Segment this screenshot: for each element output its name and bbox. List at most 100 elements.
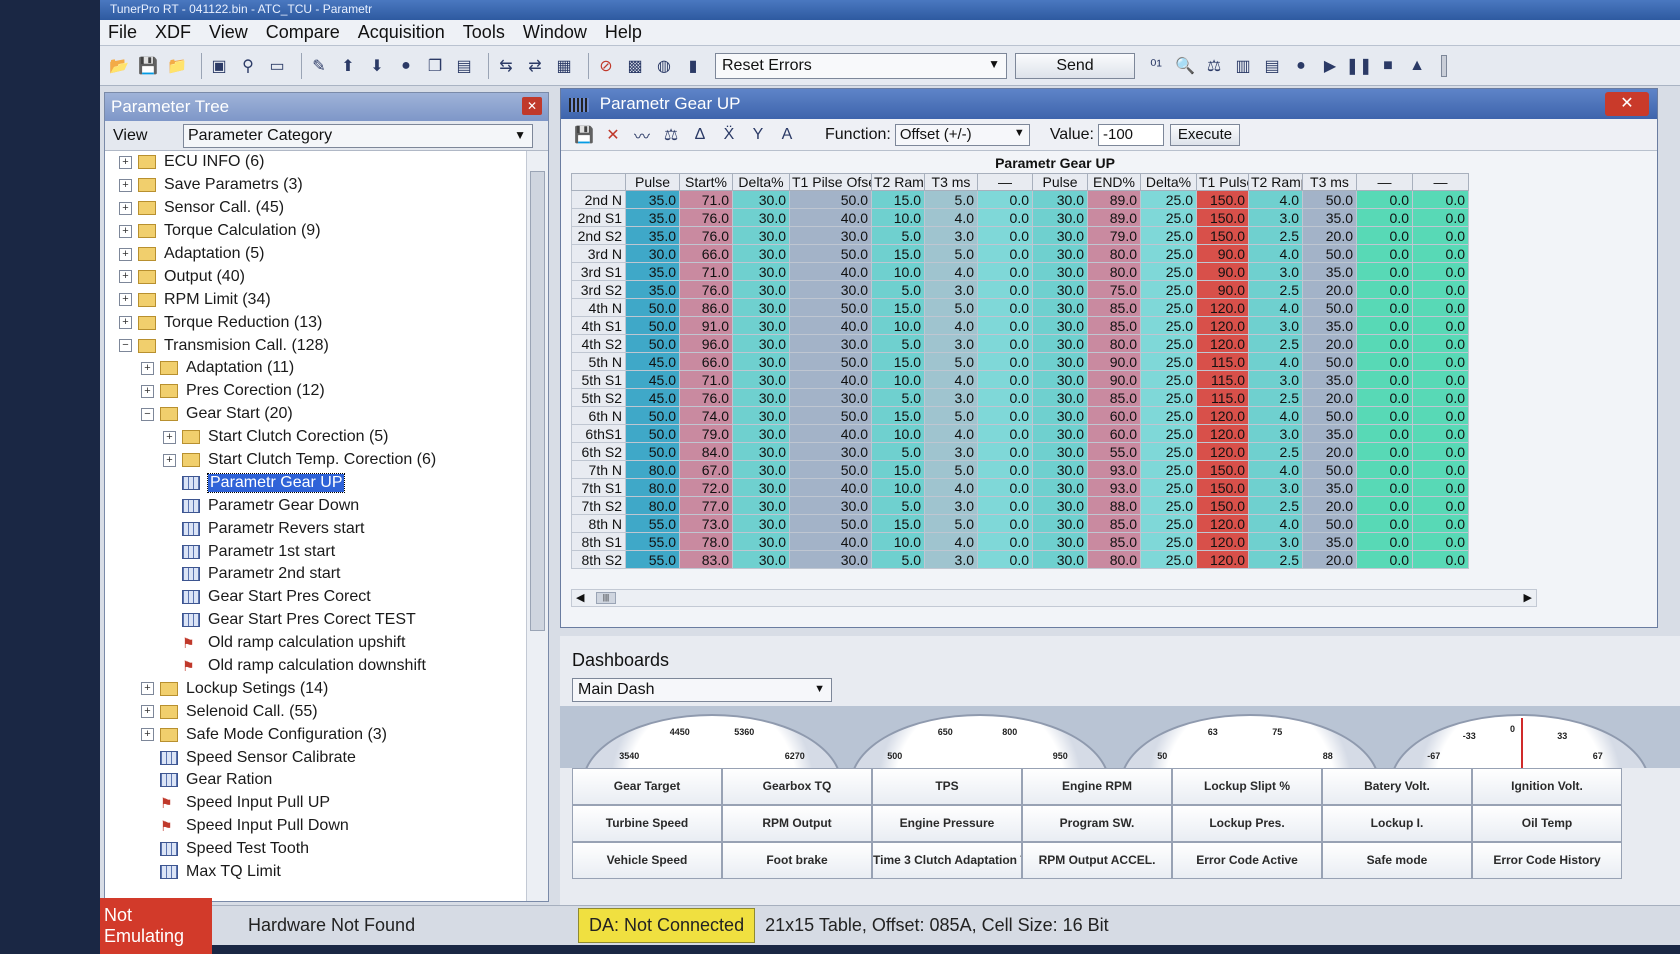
grid-cell[interactable]: 25.0 bbox=[1140, 316, 1197, 335]
grid-cell[interactable]: 45.0 bbox=[625, 370, 680, 389]
grid-cell[interactable]: 30.0 bbox=[732, 226, 790, 245]
grid-cell[interactable]: 50.0 bbox=[1302, 298, 1357, 317]
grid-cell[interactable]: 5.0 bbox=[871, 280, 925, 299]
grid-cell[interactable]: 115.0 bbox=[1196, 370, 1249, 389]
grid-cell[interactable]: 0.0 bbox=[1356, 478, 1413, 497]
dashboard-dropdown[interactable]: Main Dash ▼ bbox=[572, 678, 832, 702]
grid-cell[interactable]: 73.0 bbox=[679, 514, 733, 533]
row-header[interactable]: 8th S1 bbox=[571, 532, 626, 551]
grid-cell[interactable]: 30.0 bbox=[1032, 550, 1088, 569]
grid-cell[interactable]: 20.0 bbox=[1302, 550, 1357, 569]
grid-cell[interactable]: 30.0 bbox=[732, 334, 790, 353]
row-header[interactable]: 5th S1 bbox=[571, 370, 626, 389]
grid-cell[interactable]: 20.0 bbox=[1302, 334, 1357, 353]
tree-node[interactable]: + Safe Mode Configuration (3) bbox=[105, 723, 525, 746]
grid-cell[interactable]: 30.0 bbox=[732, 460, 790, 479]
grid-cell[interactable]: 0.0 bbox=[1412, 514, 1469, 533]
magnify-icon[interactable]: 🔍 bbox=[1174, 55, 1196, 77]
tree-node[interactable]: + Output (40) bbox=[105, 265, 525, 288]
row-header[interactable]: 5th S2 bbox=[571, 388, 626, 407]
grid-cell[interactable]: 35.0 bbox=[1302, 370, 1357, 389]
column-header[interactable]: Pulse bbox=[625, 173, 680, 191]
tree-node[interactable]: + ECU INFO (6) bbox=[105, 151, 525, 174]
grid-cell[interactable]: 0.0 bbox=[1412, 532, 1469, 551]
grid-cell[interactable]: 5.0 bbox=[871, 496, 925, 515]
grid-cell[interactable]: 50.0 bbox=[789, 244, 872, 263]
grid-cell[interactable]: 2.5 bbox=[1248, 550, 1303, 569]
column-header[interactable]: Delta% bbox=[1140, 173, 1197, 191]
grid-cell[interactable]: 15.0 bbox=[871, 514, 925, 533]
grid-cell[interactable]: 25.0 bbox=[1140, 460, 1197, 479]
expand-icon[interactable]: + bbox=[119, 201, 132, 215]
grid-cell[interactable]: 120.0 bbox=[1196, 514, 1249, 533]
grid-cell[interactable]: 25.0 bbox=[1140, 352, 1197, 371]
grid-cell[interactable]: 89.0 bbox=[1087, 190, 1141, 209]
grid-cell[interactable]: 80.0 bbox=[1087, 550, 1141, 569]
grid-cell[interactable]: 96.0 bbox=[679, 334, 733, 353]
grid-cell[interactable]: 66.0 bbox=[679, 352, 733, 371]
balance-icon[interactable]: ⚖ bbox=[660, 124, 682, 146]
grid-cell[interactable]: 30.0 bbox=[732, 262, 790, 281]
grid-cell[interactable]: 15.0 bbox=[871, 298, 925, 317]
dashboard-cell[interactable]: Turbine Speed bbox=[572, 805, 722, 842]
grid-cell[interactable]: 50.0 bbox=[789, 406, 872, 425]
grid-cell[interactable]: 115.0 bbox=[1196, 352, 1249, 371]
grid-cell[interactable]: 0.0 bbox=[1356, 316, 1413, 335]
grid-cell[interactable]: 85.0 bbox=[1087, 388, 1141, 407]
grid-cell[interactable]: 30.0 bbox=[1032, 496, 1088, 515]
circle-icon[interactable]: ● bbox=[395, 55, 417, 77]
grid-cell[interactable]: 30.0 bbox=[1032, 424, 1088, 443]
grid-cell[interactable]: 3.0 bbox=[1248, 316, 1303, 335]
grid-cell[interactable]: 90.0 bbox=[1196, 262, 1249, 281]
grid-cell[interactable]: 50.0 bbox=[1302, 460, 1357, 479]
grid-cell[interactable]: 50.0 bbox=[625, 334, 680, 353]
tree-node[interactable]: + Selenoid Call. (55) bbox=[105, 700, 525, 723]
menu-acquisition[interactable]: Acquisition bbox=[358, 22, 445, 43]
grid-cell[interactable]: 0.0 bbox=[977, 442, 1033, 461]
row-header[interactable]: 3rd S1 bbox=[571, 262, 626, 281]
expand-icon[interactable]: + bbox=[141, 705, 154, 719]
grid-cell[interactable]: 30.0 bbox=[1032, 478, 1088, 497]
grid-cell[interactable]: 150.0 bbox=[1196, 226, 1249, 245]
grid-cell[interactable]: 0.0 bbox=[1356, 388, 1413, 407]
grid-cell[interactable]: 85.0 bbox=[1087, 316, 1141, 335]
grid-cell[interactable]: 10.0 bbox=[871, 532, 925, 551]
grid-cell[interactable]: 35.0 bbox=[1302, 262, 1357, 281]
dashboard-cell[interactable]: Vehicle Speed bbox=[572, 842, 722, 879]
grid-cell[interactable]: 79.0 bbox=[1087, 226, 1141, 245]
send-button[interactable]: Send bbox=[1015, 52, 1135, 79]
grid-cell[interactable]: 30.0 bbox=[1032, 244, 1088, 263]
row-header[interactable]: 2nd S2 bbox=[571, 226, 626, 245]
grid-cell[interactable]: 50.0 bbox=[1302, 352, 1357, 371]
menu-xdf[interactable]: XDF bbox=[155, 22, 191, 43]
tree-node[interactable]: Parametr Revers start bbox=[105, 517, 525, 540]
grid-cell[interactable]: 80.0 bbox=[625, 496, 680, 515]
grid-cell[interactable]: 40.0 bbox=[789, 424, 872, 443]
grid-cell[interactable]: 5.0 bbox=[871, 550, 925, 569]
grid-cell[interactable]: 85.0 bbox=[1087, 298, 1141, 317]
tree-node[interactable]: Speed Test Tooth bbox=[105, 838, 525, 861]
grid-cell[interactable]: 30.0 bbox=[1032, 316, 1088, 335]
grid-cell[interactable]: 40.0 bbox=[789, 370, 872, 389]
grid-cell[interactable]: 30.0 bbox=[789, 334, 872, 353]
grid-cell[interactable]: 0.0 bbox=[1356, 460, 1413, 479]
grid-cell[interactable]: 120.0 bbox=[1196, 316, 1249, 335]
grid-cell[interactable]: 91.0 bbox=[679, 316, 733, 335]
grid-cell[interactable]: 0.0 bbox=[977, 496, 1033, 515]
grid-cell[interactable]: 5.0 bbox=[924, 406, 978, 425]
swap-icon[interactable]: ⇄ bbox=[524, 55, 546, 77]
grid-cell[interactable]: 4.0 bbox=[924, 532, 978, 551]
expand-icon[interactable]: + bbox=[119, 247, 132, 261]
row-header[interactable]: 2nd N bbox=[571, 190, 626, 209]
text-icon[interactable]: A bbox=[776, 124, 798, 146]
grid-cell[interactable]: 0.0 bbox=[977, 514, 1033, 533]
dashboard-cell[interactable]: Safe mode bbox=[1322, 842, 1472, 879]
grid-cell[interactable]: 50.0 bbox=[625, 424, 680, 443]
grid-cell[interactable]: 50.0 bbox=[1302, 190, 1357, 209]
grid-cell[interactable]: 35.0 bbox=[625, 280, 680, 299]
grid-cell[interactable]: 71.0 bbox=[679, 262, 733, 281]
grid-cell[interactable]: 25.0 bbox=[1140, 532, 1197, 551]
grid-cell[interactable]: 0.0 bbox=[1412, 208, 1469, 227]
grid-cell[interactable]: 0.0 bbox=[977, 388, 1033, 407]
grid-cell[interactable]: 77.0 bbox=[679, 496, 733, 515]
